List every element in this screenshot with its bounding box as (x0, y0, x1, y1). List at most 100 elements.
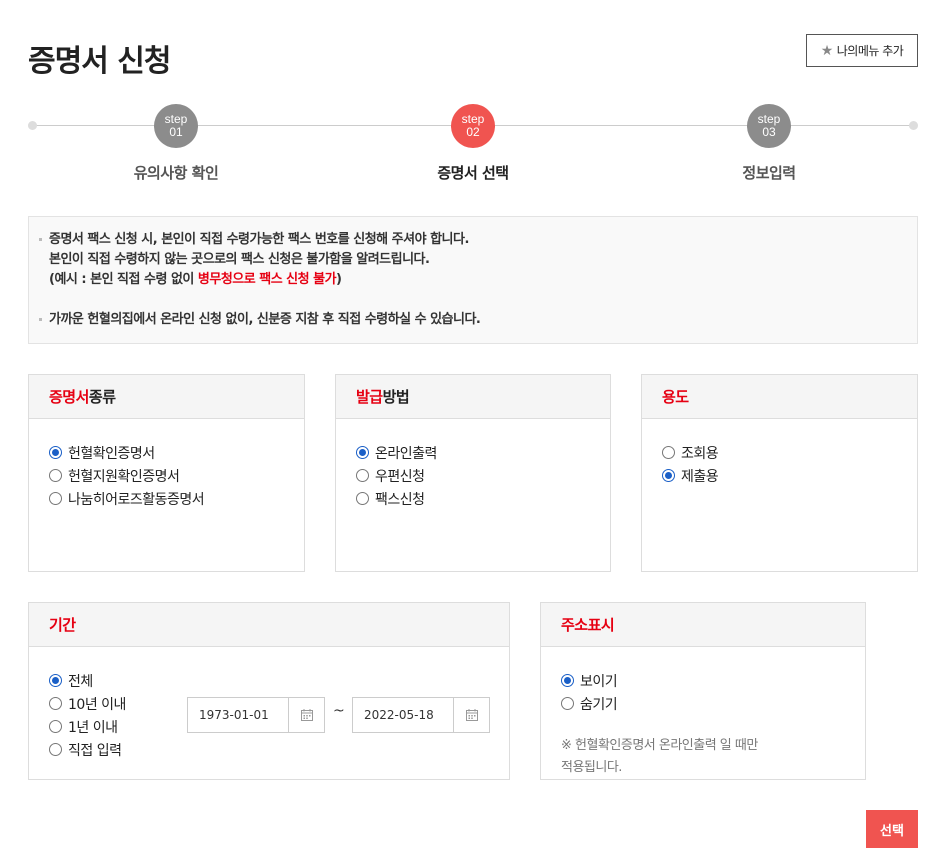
step-2-number: 02 (466, 125, 480, 139)
radio-label: 전체 (68, 673, 93, 690)
address-radio-show[interactable]: 보이기 (561, 669, 845, 692)
issue-method-header: 발급 방법 (336, 375, 610, 419)
step-1-label: 유의사항 확인 (133, 164, 219, 182)
radio-unchecked-icon (356, 469, 369, 482)
radio-unchecked-icon (49, 697, 62, 710)
radio-checked-icon (561, 674, 574, 687)
date-range-separator: ~ (333, 703, 345, 719)
issue-method-options: 온라인출력 우편신청 팩스신청 (336, 419, 610, 532)
radio-unchecked-icon (49, 492, 62, 505)
radio-label: 보이기 (580, 673, 618, 690)
step-1-number: 01 (169, 125, 183, 139)
address-display-options: 보이기 숨기기 ※ 헌혈확인증명서 온라인출력 일 때만 적용됩니다. (541, 647, 865, 801)
radio-label: 제출용 (681, 468, 719, 485)
cert-type-header: 증명서 종류 (29, 375, 304, 419)
cert-type-title-rest: 종류 (88, 388, 116, 406)
radio-checked-icon (49, 674, 62, 687)
step-2-label: 증명서 선택 (437, 164, 509, 182)
radio-label: 1년 이내 (68, 719, 118, 736)
add-my-menu-button[interactable]: ★ 나의메뉴 추가 (806, 34, 918, 67)
radio-label: 팩스신청 (375, 491, 425, 508)
notice-example-prefix: (예시 : 본인 직접 수령 없이 (49, 272, 198, 287)
purpose-radio-inquiry[interactable]: 조회용 (662, 441, 897, 464)
radio-unchecked-icon (49, 469, 62, 482)
period-title: 기간 (49, 616, 76, 634)
purpose-header: 용도 (642, 375, 917, 419)
notice-example-suffix: ) (336, 272, 342, 287)
radio-unchecked-icon (356, 492, 369, 505)
period-header: 기간 (29, 603, 509, 647)
purpose-options: 조회용 제출용 (642, 419, 917, 509)
period-radio-custom[interactable]: 직접 입력 (49, 738, 489, 761)
radio-unchecked-icon (561, 697, 574, 710)
radio-label: 헌혈확인증명서 (68, 445, 155, 462)
notice-example-warning: 병무청으로 팩스 신청 불가 (197, 272, 337, 287)
notice-line-4: 가까운 헌혈의집에서 온라인 신청 없이, 신분증 지참 후 직접 수령하실 수… (49, 312, 481, 327)
issue-method-radio-online[interactable]: 온라인출력 (356, 441, 590, 464)
step-line-end-dot (909, 121, 918, 130)
step-2: step 02 증명서 선택 (393, 104, 553, 183)
radio-label: 온라인출력 (375, 445, 437, 462)
radio-label: 조회용 (681, 445, 719, 462)
radio-label: 헌혈지원확인증명서 (68, 468, 180, 485)
star-icon: ★ (820, 42, 834, 59)
period-radio-all[interactable]: 전체 (49, 669, 489, 692)
purpose-radio-submission[interactable]: 제출용 (662, 464, 897, 487)
start-date-field (187, 697, 325, 733)
issue-method-title-highlight: 발급 (356, 388, 383, 406)
address-display-panel: 주소표시 보이기 숨기기 ※ 헌혈확인증명서 온라인출력 일 때만 적용됩니다. (540, 602, 866, 780)
page-title: 증명서 신청 (28, 44, 171, 79)
notice-visit: 가까운 헌혈의집에서 온라인 신청 없이, 신분증 지참 후 직접 수령하실 수… (39, 310, 897, 330)
address-display-title: 주소표시 (561, 616, 615, 634)
step-1: step 01 유의사항 확인 (96, 104, 256, 183)
issue-method-radio-fax[interactable]: 팩스신청 (356, 487, 590, 510)
radio-label: 우편신청 (375, 468, 425, 485)
step-indicator: step 01 유의사항 확인 step 02 증명서 선택 step 03 정… (28, 104, 918, 184)
address-display-header: 주소표시 (541, 603, 865, 647)
radio-label: 10년 이내 (68, 696, 126, 713)
cert-type-title-highlight: 증명서 (49, 388, 89, 406)
calendar-icon[interactable] (288, 698, 324, 732)
end-date-input[interactable] (353, 698, 453, 732)
add-my-menu-label: 나의메뉴 추가 (836, 44, 904, 58)
notice-line-2: 본인이 직접 수령하지 않는 곳으로의 팩스 신청은 불가함을 알려드립니다. (49, 252, 430, 267)
end-date-field (352, 697, 490, 733)
address-note: ※ 헌혈확인증명서 온라인출력 일 때만 적용됩니다. (561, 735, 845, 779)
cert-type-radio-sharing-heroes[interactable]: 나눔히어로즈활동증명서 (49, 487, 284, 510)
address-note-line-1: ※ 헌혈확인증명서 온라인출력 일 때만 (561, 738, 758, 753)
step-3-number: 03 (762, 125, 776, 139)
notice-box: 증명서 팩스 신청 시, 본인이 직접 수령가능한 팩스 번호를 신청해 주셔야… (28, 216, 918, 344)
radio-label: 직접 입력 (68, 742, 122, 759)
step-1-circle: step 01 (154, 104, 198, 148)
step-3-label: 정보입력 (742, 164, 796, 182)
period-panel: 기간 전체 10년 이내 1년 이내 직접 입력 ~ (28, 602, 510, 780)
radio-unchecked-icon (662, 446, 675, 459)
cert-type-radio-donation-support[interactable]: 헌혈지원확인증명서 (49, 464, 284, 487)
select-button[interactable]: 선택 (866, 810, 918, 848)
radio-unchecked-icon (49, 720, 62, 733)
notice-line-1: 증명서 팩스 신청 시, 본인이 직접 수령가능한 팩스 번호를 신청해 주셔야… (49, 232, 469, 247)
radio-checked-icon (356, 446, 369, 459)
cert-type-radio-blood-donation[interactable]: 헌혈확인증명서 (49, 441, 284, 464)
notice-fax: 증명서 팩스 신청 시, 본인이 직접 수령가능한 팩스 번호를 신청해 주셔야… (39, 230, 897, 290)
purpose-title: 용도 (662, 388, 689, 406)
purpose-panel: 용도 조회용 제출용 (641, 374, 918, 572)
calendar-icon[interactable] (453, 698, 489, 732)
cert-type-panel: 증명서 종류 헌혈확인증명서 헌혈지원확인증명서 나눔히어로즈활동증명서 (28, 374, 305, 572)
radio-checked-icon (49, 446, 62, 459)
radio-label: 숨기기 (580, 696, 618, 713)
notice-line-3: (예시 : 본인 직접 수령 없이 병무청으로 팩스 신청 불가) (49, 270, 897, 290)
cert-type-options: 헌혈확인증명서 헌혈지원확인증명서 나눔히어로즈활동증명서 (29, 419, 304, 532)
radio-label: 나눔히어로즈활동증명서 (68, 491, 205, 508)
radio-checked-icon (662, 469, 675, 482)
issue-method-radio-mail[interactable]: 우편신청 (356, 464, 590, 487)
start-date-input[interactable] (188, 698, 288, 732)
address-radio-hide[interactable]: 숨기기 (561, 692, 845, 715)
address-note-line-2: 적용됩니다. (561, 760, 622, 775)
step-line-start-dot (28, 121, 37, 130)
radio-unchecked-icon (49, 743, 62, 756)
step-3-circle: step 03 (747, 104, 791, 148)
step-2-circle: step 02 (451, 104, 495, 148)
step-3: step 03 정보입력 (689, 104, 849, 183)
issue-method-title-rest: 방법 (382, 388, 410, 406)
